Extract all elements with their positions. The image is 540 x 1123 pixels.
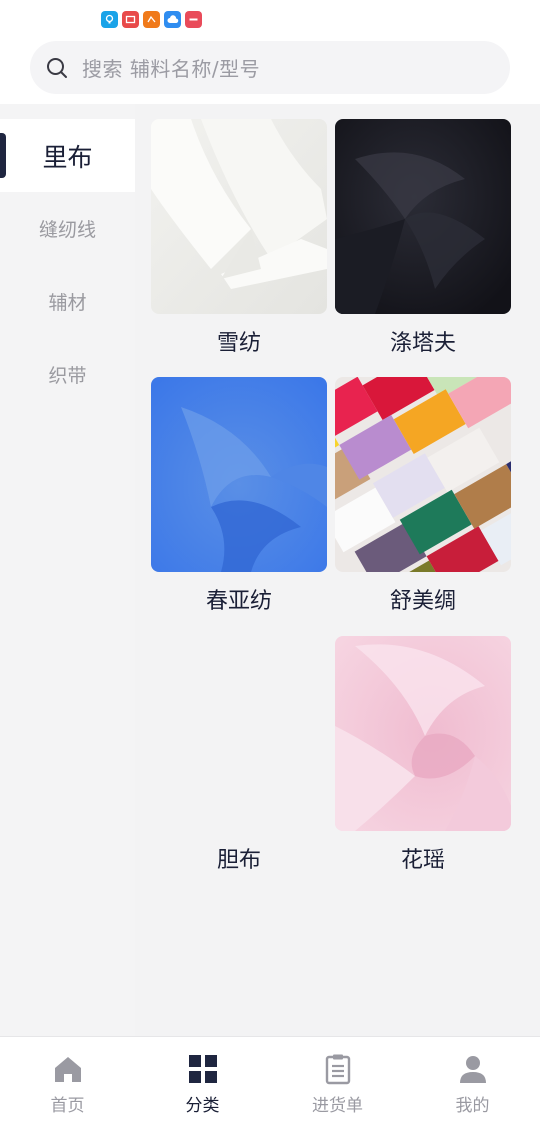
nav-profile[interactable]: 我的 [405, 1037, 540, 1123]
search-icon [47, 57, 67, 78]
sidebar-item-accessories[interactable]: 辅材 [0, 265, 135, 338]
product-image [335, 377, 511, 572]
category-sidebar: 里布 缝纫线 辅材 织带 [0, 104, 135, 1036]
product-image [151, 377, 327, 572]
product-image [335, 636, 511, 831]
bottom-nav: 首页 分类 进货单 我的 [0, 1036, 540, 1122]
search-bar[interactable]: 搜索 辅料名称/型号 [30, 41, 510, 94]
status-bar [0, 0, 540, 40]
sidebar-item-label: 里布 [42, 142, 93, 172]
nav-order[interactable]: 进货单 [270, 1037, 405, 1123]
home-icon [55, 1057, 81, 1082]
user-icon [460, 1056, 486, 1083]
product-name: 雪纺 [216, 331, 261, 356]
product-image [151, 119, 327, 314]
nav-label: 分类 [185, 1096, 220, 1116]
nav-home[interactable]: 首页 [0, 1037, 135, 1123]
product-card[interactable]: 雪纺 [151, 119, 327, 356]
notification-app-icon [101, 11, 118, 28]
product-name: 春亚纺 [205, 589, 272, 614]
sidebar-item-label: 织带 [48, 365, 87, 387]
search-placeholder: 搜索 辅料名称/型号 [82, 57, 261, 81]
product-card[interactable]: 胆布 [151, 636, 327, 873]
notification-cloud-icon [164, 11, 181, 28]
nav-label: 进货单 [312, 1096, 363, 1116]
product-name: 涤塔夫 [389, 331, 456, 356]
product-card[interactable]: 舒美绸 [335, 377, 511, 614]
product-name: 胆布 [216, 848, 261, 873]
grid-icon [189, 1055, 217, 1083]
sidebar-item-label: 辅材 [48, 292, 87, 314]
product-grid: 雪纺 涤塔夫 春亚纺 舒美绸 胆布 花瑶 [135, 104, 540, 1036]
product-card[interactable]: 春亚纺 [151, 377, 327, 614]
product-name: 舒美绸 [389, 589, 456, 614]
sidebar-item-webbing[interactable]: 织带 [0, 338, 135, 411]
notification-huawei-icon [185, 11, 202, 28]
nav-category[interactable]: 分类 [135, 1037, 270, 1123]
sidebar-item-label: 缝纫线 [38, 219, 96, 241]
product-image-empty [151, 636, 327, 831]
product-card[interactable]: 涤塔夫 [335, 119, 511, 356]
sidebar-item-lining[interactable]: 里布 [0, 119, 135, 192]
nav-label: 我的 [455, 1096, 490, 1116]
notification-store-icon [143, 11, 160, 28]
product-card[interactable]: 花瑶 [335, 636, 511, 873]
clipboard-icon [325, 1054, 351, 1085]
sidebar-item-thread[interactable]: 缝纫线 [0, 192, 135, 265]
product-name: 花瑶 [400, 848, 445, 873]
notification-tv-icon [122, 11, 139, 28]
product-image [335, 119, 511, 314]
notification-icons [101, 11, 202, 28]
nav-label: 首页 [50, 1096, 85, 1116]
active-indicator [0, 133, 6, 178]
